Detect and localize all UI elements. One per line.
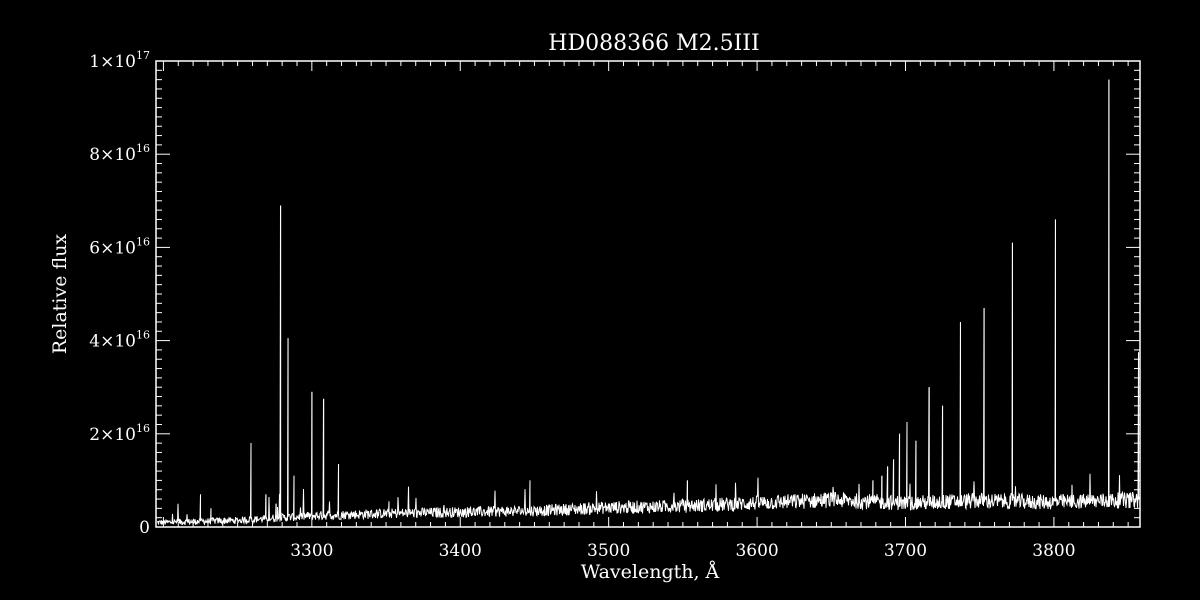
y-axis-ticks: 0 2×1016 4×1016 6×1016 8×1016 1×1017 <box>89 49 1140 538</box>
y-tick-label: 2×1016 <box>89 422 150 445</box>
spectrum-chart: HD088366 M2.5III 3300 3400 3500 3600 3700 380… <box>49 31 1141 583</box>
y-tick-label: 4×1016 <box>89 329 150 352</box>
y-tick-label: 6×1016 <box>89 235 150 258</box>
x-axis-label: Wavelength, Å <box>581 561 720 583</box>
y-tick-label: 0 <box>139 518 150 538</box>
x-tick-label: 3400 <box>439 541 482 561</box>
x-tick-label: 3500 <box>587 541 630 561</box>
y-axis-label: Relative flux <box>49 234 71 355</box>
x-tick-label: 3800 <box>1032 541 1075 561</box>
x-tick-label: 3300 <box>290 541 333 561</box>
spectrum-series-line <box>156 79 1141 526</box>
x-tick-label: 3700 <box>884 541 927 561</box>
chart-title: HD088366 M2.5III <box>548 31 759 56</box>
y-tick-label: 1×1017 <box>89 49 150 72</box>
plot-frame <box>155 60 1141 528</box>
y-tick-label: 8×1016 <box>89 142 150 165</box>
x-tick-label: 3600 <box>735 541 778 561</box>
emission-spikes <box>200 79 1140 522</box>
